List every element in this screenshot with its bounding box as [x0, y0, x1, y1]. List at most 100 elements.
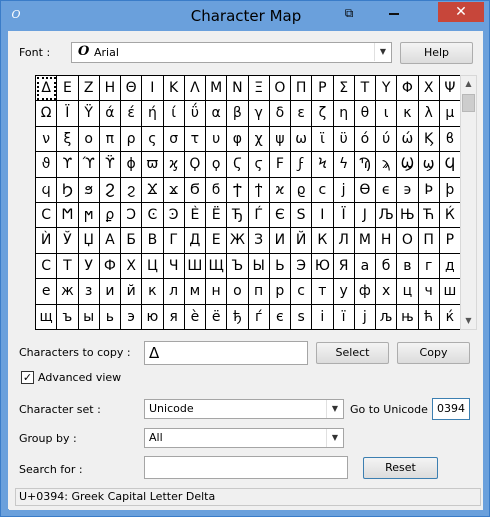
character-cell[interactable]: Н — [376, 228, 398, 254]
character-cell[interactable]: Б — [121, 228, 143, 254]
character-cell[interactable]: Ϛ — [227, 152, 249, 178]
help-button[interactable]: Help — [400, 42, 473, 64]
character-cell[interactable]: у — [333, 279, 355, 305]
character-cell[interactable]: ы — [78, 304, 100, 330]
character-cell[interactable]: Ь — [269, 253, 291, 280]
character-cell[interactable]: Ϥ — [439, 152, 461, 178]
close-button[interactable]: ✕ — [438, 2, 484, 22]
character-cell[interactable]: Ф — [99, 253, 121, 280]
character-cell[interactable]: τ — [184, 126, 206, 153]
character-cell[interactable]: ϐ — [439, 126, 461, 153]
character-cell[interactable]: и — [99, 279, 121, 305]
character-cell[interactable]: Ї — [333, 202, 355, 229]
character-cell[interactable]: Ϫ — [142, 177, 164, 203]
character-cell[interactable]: Ј — [354, 202, 376, 229]
character-cell[interactable]: Μ — [206, 76, 228, 102]
character-cell[interactable]: ϓ — [78, 152, 100, 178]
character-cell[interactable]: ά — [99, 101, 121, 127]
character-cell[interactable]: њ — [397, 304, 419, 330]
character-cell[interactable]: Р — [439, 228, 461, 254]
character-cell[interactable]: ξ — [57, 126, 79, 153]
character-cell[interactable]: Ξ — [248, 76, 270, 102]
title-bar[interactable]: O Character Map ⧉ ✕ — [1, 1, 489, 31]
character-cell[interactable]: ι — [376, 101, 398, 127]
character-cell[interactable]: Σ — [333, 76, 355, 102]
character-cell[interactable]: С — [36, 253, 58, 280]
character-cell[interactable]: ћ — [418, 304, 440, 330]
character-cell[interactable]: Ѕ — [291, 202, 313, 229]
character-cell[interactable]: Њ — [397, 202, 419, 229]
character-cell[interactable]: Ν — [227, 76, 249, 102]
character-cell[interactable]: ς — [142, 126, 164, 153]
go-to-unicode-input[interactable]: 0394 — [432, 398, 470, 420]
character-cell[interactable]: η — [333, 101, 355, 127]
character-cell[interactable]: Ѓ — [248, 202, 270, 229]
character-cell[interactable]: ж — [57, 279, 79, 305]
copy-button[interactable]: Copy — [397, 342, 470, 364]
character-cell[interactable]: ϑ — [36, 152, 58, 178]
character-cell[interactable]: ϟ — [333, 152, 355, 178]
character-cell[interactable]: с — [291, 279, 313, 305]
character-cell[interactable]: Ч — [163, 253, 185, 280]
character-cell[interactable]: ϭ — [206, 177, 228, 203]
character-cell[interactable]: Ρ — [312, 76, 334, 102]
character-cell[interactable]: ψ — [269, 126, 291, 153]
character-cell[interactable]: г — [418, 253, 440, 280]
character-cell[interactable]: Ж — [227, 228, 249, 254]
character-cell[interactable]: Ϸ — [418, 177, 440, 203]
character-cell[interactable]: π — [99, 126, 121, 153]
character-cell[interactable]: з — [78, 279, 100, 305]
character-cell[interactable]: б — [376, 253, 398, 280]
character-cell[interactable]: Х — [121, 253, 143, 280]
character-cell[interactable]: ϶ — [397, 177, 419, 203]
character-cell[interactable]: ϰ — [269, 177, 291, 203]
group-by-dropdown[interactable]: All ▼ — [144, 428, 344, 448]
character-cell[interactable]: Ш — [184, 253, 206, 280]
character-cell[interactable]: ή — [142, 101, 164, 127]
scroll-up-icon[interactable]: ▲ — [461, 76, 476, 92]
character-cell[interactable]: Ϊ — [57, 101, 79, 127]
character-cell[interactable]: р — [269, 279, 291, 305]
character-cell[interactable]: ϱ — [291, 177, 313, 203]
character-cell[interactable]: ї — [333, 304, 355, 330]
character-cell[interactable]: ϻ — [78, 202, 100, 229]
character-cell[interactable]: ϒ — [57, 152, 79, 178]
character-cell[interactable]: ό — [354, 126, 376, 153]
character-cell[interactable]: Ϝ — [269, 152, 291, 178]
search-input[interactable] — [144, 456, 348, 479]
character-cell[interactable]: Ε — [57, 76, 79, 102]
character-cell[interactable]: І — [312, 202, 334, 229]
character-cell[interactable]: Η — [99, 76, 121, 102]
character-cell[interactable]: З — [248, 228, 270, 254]
character-cell[interactable]: ϙ — [206, 152, 228, 178]
character-cell[interactable]: ф — [354, 279, 376, 305]
character-cell[interactable]: ϲ — [312, 177, 334, 203]
character-cell[interactable]: ϩ — [121, 177, 143, 203]
character-cell[interactable]: Ͼ — [142, 202, 164, 229]
character-cell[interactable]: Ϟ — [312, 152, 334, 178]
character-cell[interactable]: θ — [354, 101, 376, 127]
character-cell[interactable]: Ќ — [439, 202, 461, 229]
character-cell[interactable]: Ϩ — [99, 177, 121, 203]
characters-to-copy-input[interactable]: Δ — [144, 341, 308, 365]
character-cell[interactable]: Ѐ — [184, 202, 206, 229]
character-cell[interactable]: ϔ — [99, 152, 121, 178]
character-cell[interactable]: Е — [206, 228, 228, 254]
character-cell[interactable]: μ — [439, 101, 461, 127]
character-cell[interactable]: φ — [227, 126, 249, 153]
character-cell[interactable]: ο — [78, 126, 100, 153]
character-cell[interactable]: ϋ — [333, 126, 355, 153]
character-cell[interactable]: ί — [163, 101, 185, 127]
character-cell[interactable]: Э — [291, 253, 313, 280]
character-cell[interactable]: ϊ — [312, 126, 334, 153]
character-cell[interactable]: σ — [163, 126, 185, 153]
character-cell[interactable]: Φ — [397, 76, 419, 102]
character-cell[interactable]: Ы — [248, 253, 270, 280]
character-cell[interactable]: П — [418, 228, 440, 254]
character-cell[interactable]: Љ — [376, 202, 398, 229]
character-cell[interactable]: Ё — [206, 202, 228, 229]
character-cell[interactable]: є — [269, 304, 291, 330]
character-cell[interactable]: ъ — [57, 304, 79, 330]
minimize-button[interactable] — [381, 2, 407, 22]
character-cell[interactable]: Џ — [78, 228, 100, 254]
